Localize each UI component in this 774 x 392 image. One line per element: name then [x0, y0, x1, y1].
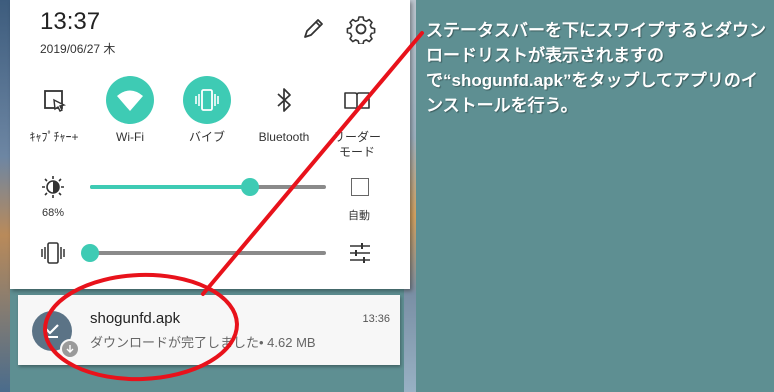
tile-label: リーダー モード [332, 130, 381, 159]
brightness-slider-thumb[interactable] [241, 178, 260, 196]
wifi-icon [106, 76, 154, 124]
tile-capture-plus[interactable]: ｷｬﾌﾟﾁｬｰ+ [15, 76, 93, 145]
clock-time: 13:37 [40, 8, 101, 35]
vibrate-volume-icon [40, 240, 66, 271]
notification-title: shogunfd.apk [90, 310, 181, 327]
tile-reader-mode[interactable]: リーダー モード [318, 76, 396, 160]
bluetooth-icon [260, 76, 308, 124]
tile-vibrate[interactable]: バイブ [168, 76, 246, 145]
download-notification[interactable]: shogunfd.apk ダウンロードが完了しました• 4.62 MB 13:3… [18, 295, 400, 365]
tile-label: バイブ [188, 130, 225, 144]
sound-settings-icon[interactable] [347, 241, 373, 270]
brightness-percent: 68% [42, 207, 65, 219]
edit-icon[interactable] [300, 16, 326, 47]
auto-brightness-label: 自動 [348, 210, 370, 222]
settings-gear-icon[interactable] [346, 14, 376, 49]
volume-slider[interactable] [90, 251, 326, 255]
brightness-icon [40, 174, 66, 205]
notification-time: 13:36 [362, 313, 390, 325]
volume-slider-thumb[interactable] [81, 244, 99, 262]
clock-date: 2019/06/27 木 [40, 42, 116, 56]
notification-text: ダウンロードが完了しました• 4.62 MB [90, 335, 316, 350]
tile-label: ｷｬﾌﾟﾁｬｰ+ [29, 130, 79, 144]
tile-bluetooth[interactable]: Bluetooth [245, 76, 323, 145]
reader-mode-icon [333, 76, 381, 124]
instruction-caption: ステータスバーを下にスワイプするとダウンロードリストが表示されますので“shog… [426, 21, 766, 115]
quick-settings-panel: 13:37 2019/06/27 木 ｷｬﾌﾟﾁｬｰ+ Wi-Fi バイブ Bl… [10, 0, 410, 289]
screen-capture-icon [30, 76, 78, 124]
tile-wifi[interactable]: Wi-Fi [91, 76, 169, 145]
wallpaper-left [0, 0, 10, 392]
brightness-slider-fill [90, 185, 251, 189]
auto-brightness-checkbox[interactable] [351, 178, 369, 196]
tile-label: Wi-Fi [116, 130, 144, 144]
download-badge-icon [60, 339, 80, 359]
tile-label: Bluetooth [258, 130, 310, 144]
vibrate-icon [183, 76, 231, 124]
